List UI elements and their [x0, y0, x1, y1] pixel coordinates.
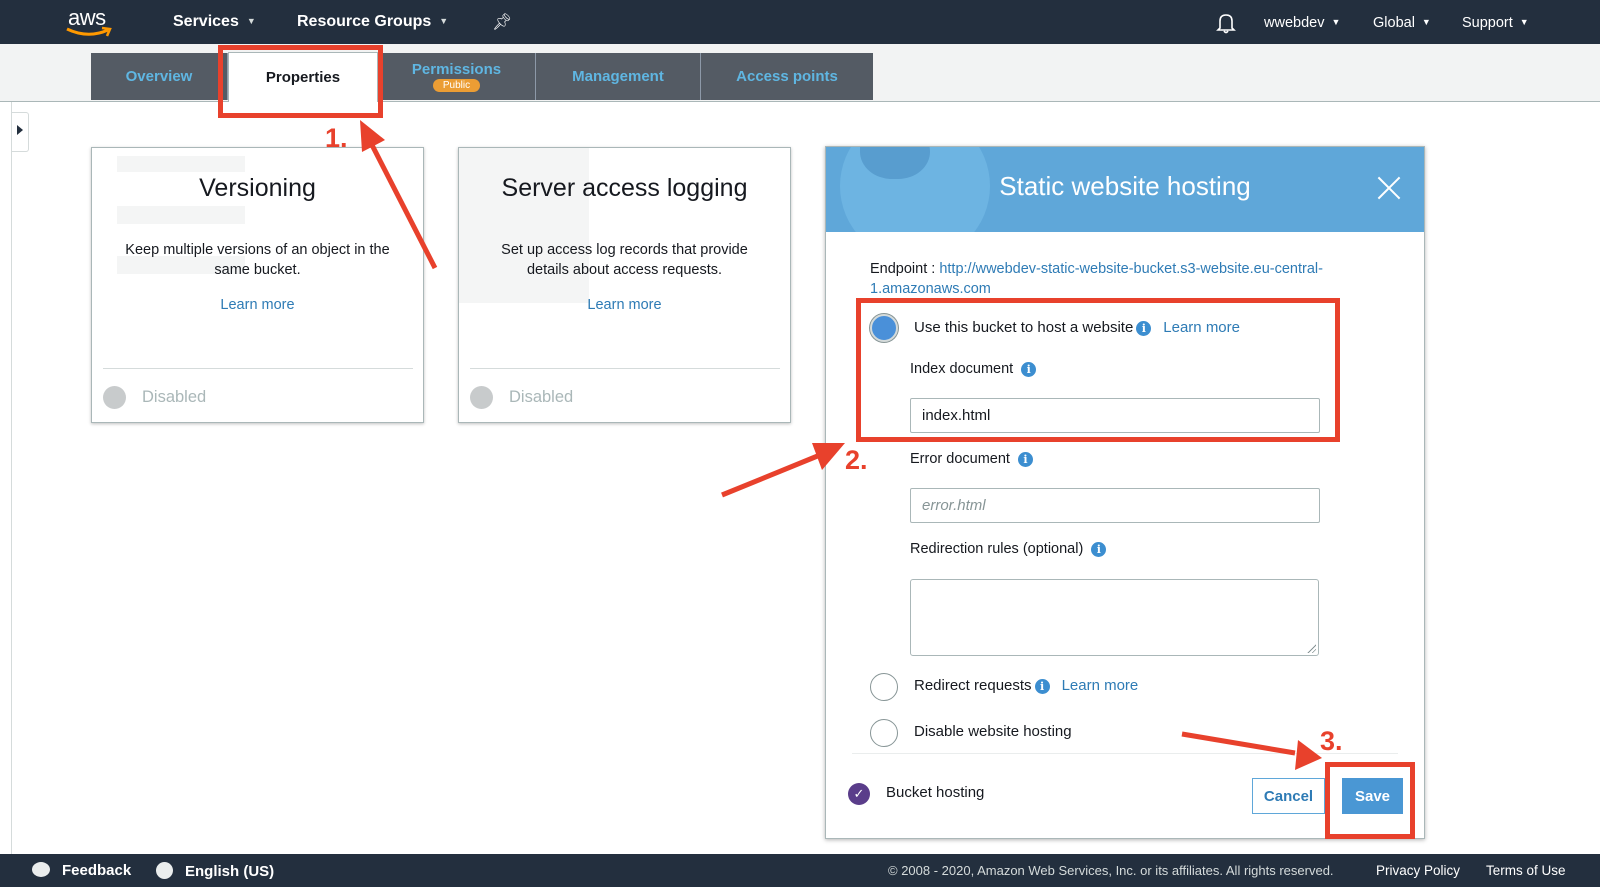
versioning-card[interactable]: Versioning Keep multiple versions of an …: [91, 147, 424, 423]
region-menu[interactable]: Global ▼: [1373, 15, 1431, 31]
endpoint-label: Endpoint :: [870, 261, 940, 277]
annotation-box-host-website: [856, 298, 1340, 442]
chevron-down-icon: ▼: [246, 16, 256, 26]
support-label: Support: [1462, 15, 1513, 31]
feedback-label: Feedback: [62, 862, 132, 879]
annotation-step-3: 3.: [1320, 726, 1343, 756]
language-label: English (US): [185, 863, 275, 880]
learn-more-link[interactable]: Learn more: [92, 297, 423, 313]
card-description: Keep multiple versions of an object in t…: [125, 242, 390, 278]
resize-grip-icon[interactable]: [1306, 643, 1316, 653]
annotation-box-save: [1325, 762, 1415, 839]
aws-smile-icon: [66, 26, 112, 37]
pin-icon[interactable]: 📌︎: [492, 12, 512, 32]
resource-groups-label: Resource Groups: [297, 13, 432, 30]
info-icon[interactable]: i: [1017, 452, 1033, 467]
status-dot-icon: [103, 386, 126, 409]
services-label: Services: [173, 13, 239, 30]
panel-header: Static website hosting: [826, 147, 1424, 232]
left-sidebar-edge: [0, 102, 12, 854]
decorative-shape: [117, 156, 245, 172]
learn-more-link[interactable]: Learn more: [1062, 677, 1139, 694]
tab-overview[interactable]: Overview: [91, 53, 228, 100]
option-disable-hosting: Disable website hosting: [914, 723, 1072, 740]
bucket-hosting-label: Bucket hosting: [886, 784, 985, 801]
services-menu[interactable]: Services ▼: [173, 13, 256, 31]
card-description: Set up access log records that provide d…: [501, 242, 748, 278]
info-icon[interactable]: i: [1034, 679, 1050, 694]
tab-label: Management: [572, 68, 664, 85]
learn-more-link[interactable]: Learn more: [459, 297, 790, 313]
globe-icon: [156, 862, 173, 879]
aws-logo[interactable]: aws: [66, 5, 114, 39]
divider: [103, 368, 413, 369]
tab-permissions[interactable]: Permissions Public: [378, 53, 536, 100]
option-label: Redirect requests: [914, 677, 1032, 694]
info-icon[interactable]: i: [1091, 542, 1107, 557]
tab-management[interactable]: Management: [536, 53, 701, 100]
footer: Feedback English (US) © 2008 - 2020, Ama…: [0, 854, 1600, 887]
redirection-rules-label: Redirection rules (optional) i: [910, 541, 1107, 557]
label-text: Redirection rules (optional): [910, 541, 1084, 557]
bell-icon[interactable]: [1216, 12, 1236, 34]
tab-label: Overview: [125, 68, 193, 85]
caret-right-icon: [17, 125, 23, 135]
caret-down-icon: ▼: [1421, 17, 1431, 27]
status-indicator: Disabled: [470, 386, 573, 409]
annotation-box-properties: [218, 45, 383, 118]
divider: [852, 753, 1398, 754]
radio-redirect-requests[interactable]: [870, 673, 898, 701]
tab-label: Permissions: [411, 61, 502, 78]
error-document-input[interactable]: error.html: [910, 488, 1320, 523]
support-menu[interactable]: Support ▼: [1462, 15, 1529, 31]
option-redirect-requests: Redirect requests i Learn more: [914, 677, 1138, 694]
resource-groups-menu[interactable]: Resource Groups ▼: [297, 13, 448, 31]
check-circle-icon: ✓: [848, 783, 870, 805]
tab-access-points[interactable]: Access points: [701, 53, 873, 100]
status-text: Disabled: [142, 388, 207, 406]
card-title: Server access logging: [501, 174, 748, 202]
decorative-shape: [117, 206, 245, 224]
annotation-step-2: 2.: [845, 445, 868, 475]
feedback-bubble-icon: [32, 862, 50, 877]
link-text: Learn more: [587, 297, 662, 313]
radio-disable-hosting[interactable]: [870, 719, 898, 747]
caret-down-icon: ▼: [1331, 17, 1341, 27]
terms-of-use-link[interactable]: Terms of Use: [1486, 863, 1566, 878]
language-selector[interactable]: English (US): [156, 862, 274, 880]
bucket-tabs: Overview Properties Permissions Public Ma…: [91, 52, 873, 102]
account-label: wwebdev: [1264, 15, 1325, 31]
account-menu[interactable]: wwebdev ▼: [1264, 15, 1340, 31]
sidebar-toggle[interactable]: [12, 112, 29, 152]
error-document-label: Error document i: [910, 451, 1033, 467]
server-access-logging-card[interactable]: Server access logging Set up access log …: [458, 147, 791, 423]
redirection-rules-textarea[interactable]: [910, 579, 1319, 656]
label-text: Error document: [910, 451, 1010, 467]
divider: [470, 368, 780, 369]
public-badge: Public: [432, 79, 481, 92]
status-indicator: Disabled: [103, 386, 206, 409]
endpoint: Endpoint : http://wwebdev-static-website…: [870, 259, 1390, 299]
link-text: Learn more: [220, 297, 295, 313]
privacy-policy-link[interactable]: Privacy Policy: [1376, 863, 1460, 878]
tab-label: Access points: [736, 68, 838, 85]
region-label: Global: [1373, 15, 1415, 31]
annotation-step-1: 1.: [325, 123, 348, 153]
close-icon[interactable]: [1376, 175, 1402, 201]
panel-title: Static website hosting: [999, 171, 1251, 201]
copyright-text: © 2008 - 2020, Amazon Web Services, Inc.…: [888, 863, 1334, 878]
status-text: Disabled: [509, 388, 574, 406]
feedback-link[interactable]: Feedback: [32, 862, 131, 879]
card-title: Versioning: [199, 174, 316, 202]
caret-down-icon: ▼: [1519, 17, 1529, 27]
chevron-down-icon: ▼: [439, 16, 449, 26]
option-label: Disable website hosting: [914, 723, 1072, 740]
cancel-button[interactable]: Cancel: [1252, 778, 1325, 814]
top-navigation: aws Services ▼ Resource Groups ▼ 📌︎ wwebde…: [0, 0, 1600, 44]
status-dot-icon: [470, 386, 493, 409]
